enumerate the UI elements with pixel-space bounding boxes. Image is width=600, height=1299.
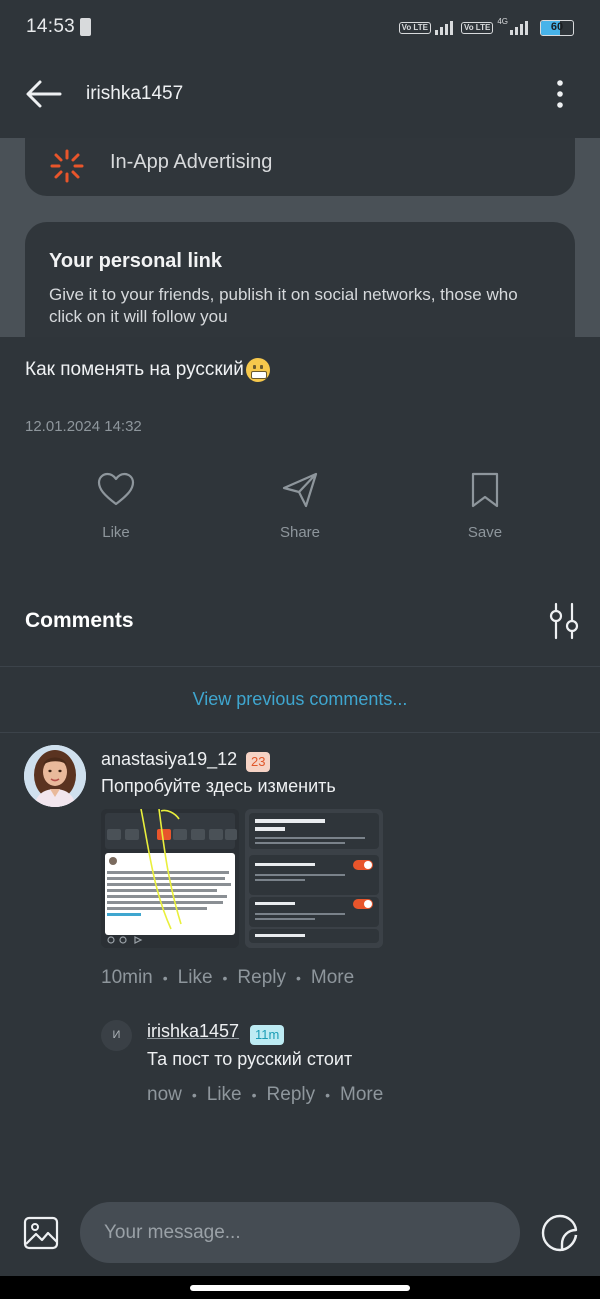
ad-label: In-App Advertising bbox=[110, 151, 273, 173]
comment-attachment-image[interactable] bbox=[101, 809, 239, 948]
separator-dot: • bbox=[296, 970, 301, 986]
reply-text: Та пост то русский стоит bbox=[147, 1049, 353, 1069]
ad-card: In-App Advertising bbox=[25, 138, 575, 196]
view-previous-comments-link[interactable]: View previous comments... bbox=[0, 689, 600, 710]
separator-dot: • bbox=[222, 970, 228, 986]
separator-dot: • bbox=[162, 970, 168, 986]
sticker-icon bbox=[541, 1214, 578, 1252]
app-header: irishka1457 bbox=[0, 56, 600, 138]
page-title: irishka1457 bbox=[86, 83, 184, 104]
status-indicators: Vo LTE Vo LTE 4G 60 bbox=[398, 17, 574, 39]
divider bbox=[0, 666, 600, 667]
divider bbox=[0, 732, 600, 733]
heart-icon bbox=[97, 472, 135, 506]
personal-link-description: Give it to your friends, publish it on s… bbox=[49, 285, 518, 326]
comments-title: Comments bbox=[25, 609, 134, 632]
rating-badge: 23 bbox=[246, 752, 271, 772]
comment-attachment-image-2[interactable] bbox=[245, 809, 383, 948]
avatar-image bbox=[24, 745, 86, 807]
reply-time: now bbox=[147, 1084, 182, 1105]
comment-meta: 10min • Like • Reply • More bbox=[101, 967, 354, 989]
more-options-button[interactable] bbox=[544, 78, 576, 110]
like-label: Like bbox=[102, 524, 130, 541]
vertical-dots-icon bbox=[557, 80, 563, 108]
message-composer bbox=[0, 1190, 600, 1276]
share-button[interactable]: Share bbox=[240, 470, 360, 541]
separator-dot: • bbox=[251, 1087, 257, 1103]
comment-text: Попробуйте здесь изменить bbox=[101, 776, 336, 796]
grimace-emoji-icon bbox=[245, 358, 270, 382]
battery-icon: 60 bbox=[540, 20, 574, 36]
save-label: Save bbox=[467, 524, 503, 541]
post-text: Как поменять на русский bbox=[25, 358, 270, 382]
calendar-screenshot-image bbox=[101, 809, 239, 948]
battery-level: 60 bbox=[550, 21, 564, 33]
settings-screenshot-image bbox=[245, 809, 383, 948]
post-actions: Like Share Save bbox=[0, 470, 600, 560]
network-type: 4G bbox=[497, 17, 508, 26]
message-input[interactable] bbox=[80, 1202, 520, 1263]
volte-icon-2: Vo LTE bbox=[460, 22, 494, 34]
post-image[interactable]: In-App Advertising Your personal link Gi… bbox=[0, 138, 600, 337]
reply-meta: now • Like • Reply • More bbox=[147, 1084, 383, 1106]
reply-author[interactable]: irishka1457 bbox=[147, 1021, 239, 1042]
comment-reply-button[interactable]: Reply bbox=[237, 967, 286, 989]
share-label: Share bbox=[279, 524, 321, 541]
loading-spinner-icon bbox=[50, 149, 84, 183]
status-time: 14:53 bbox=[26, 16, 76, 37]
sticker-button[interactable] bbox=[540, 1213, 580, 1253]
volte-icon: Vo LTE bbox=[398, 22, 431, 34]
separator-dot: • bbox=[191, 1087, 197, 1103]
sliders-icon bbox=[549, 602, 579, 640]
filter-button[interactable] bbox=[546, 602, 582, 640]
back-button[interactable] bbox=[22, 76, 66, 112]
home-indicator[interactable] bbox=[190, 1285, 410, 1291]
signal-icon bbox=[434, 21, 453, 35]
post-date: 12.01.2024 14:32 bbox=[25, 418, 142, 435]
comment-time: 10min bbox=[101, 967, 153, 988]
comment-author[interactable]: anastasiya19_12 bbox=[101, 749, 237, 770]
reply-time-badge: 11m bbox=[250, 1025, 285, 1045]
avatar[interactable] bbox=[24, 745, 86, 807]
like-button[interactable]: Like bbox=[56, 470, 176, 541]
system-nav-bar bbox=[0, 1276, 600, 1299]
reply-reply-button[interactable]: Reply bbox=[267, 1084, 316, 1106]
send-icon bbox=[282, 472, 318, 508]
personal-link-title: Your personal link bbox=[49, 250, 222, 272]
save-button[interactable]: Save bbox=[425, 470, 545, 541]
reply-avatar[interactable]: И bbox=[101, 1020, 132, 1051]
bookmark-icon bbox=[471, 472, 499, 508]
signal-icon-2 bbox=[510, 21, 528, 35]
post-text-content: Как поменять на русский bbox=[25, 359, 244, 380]
comment-more-button[interactable]: More bbox=[311, 967, 354, 989]
separator-dot: • bbox=[325, 1087, 331, 1103]
arrow-left-icon bbox=[26, 80, 62, 108]
reply-like-button[interactable]: Like bbox=[207, 1084, 242, 1106]
notification-icon bbox=[80, 18, 91, 36]
personal-link-card: Your personal link Give it to your frien… bbox=[25, 222, 575, 337]
reply-more-button[interactable]: More bbox=[340, 1084, 383, 1106]
attach-image-button[interactable] bbox=[22, 1214, 60, 1252]
image-icon bbox=[23, 1216, 59, 1250]
comment-like-button[interactable]: Like bbox=[178, 967, 213, 989]
status-bar: 14:53 Vo LTE Vo LTE 4G 60 bbox=[0, 0, 600, 56]
